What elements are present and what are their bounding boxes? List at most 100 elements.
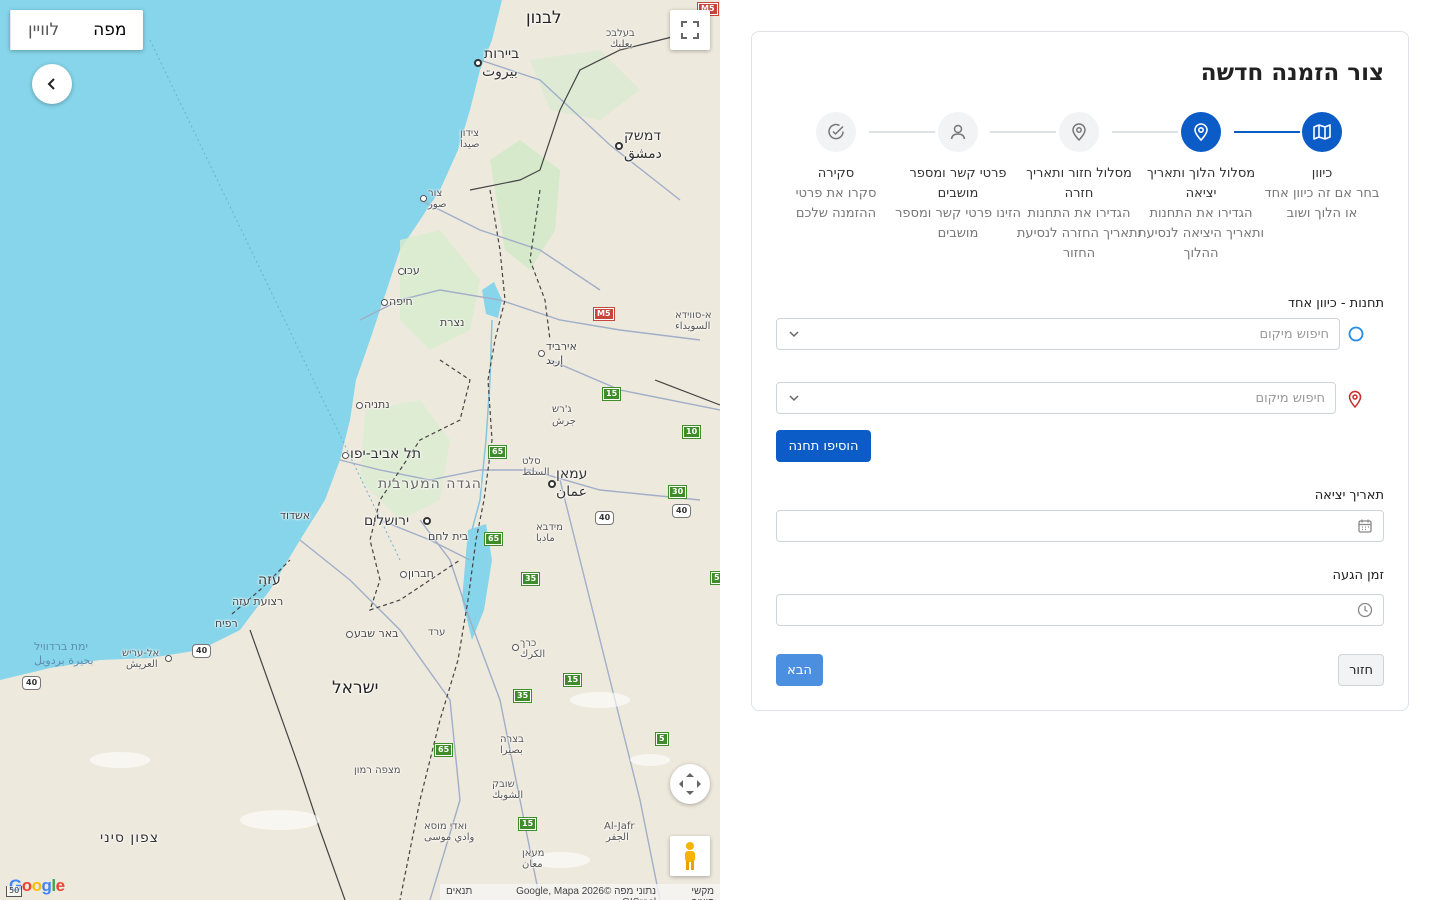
map-label: ג'רש — [552, 404, 572, 415]
map-label: הגדה המערבית — [378, 476, 482, 492]
map-label: מעאן — [522, 848, 545, 859]
city-dot-jerusalem — [423, 517, 431, 525]
map-label: צפון סיני — [100, 830, 160, 846]
destination-pin-icon — [1348, 390, 1362, 408]
map-icon — [1313, 124, 1331, 140]
map-label: בעלבכ — [606, 28, 635, 39]
map-label: بعلبك — [610, 39, 633, 50]
map-label: בית לחם — [428, 530, 469, 543]
map-label: עכו — [404, 264, 420, 277]
road-shield: 30 — [667, 485, 688, 499]
collapse-panel-button[interactable] — [32, 64, 72, 104]
terms-link[interactable]: תנאים — [446, 886, 472, 898]
map-panel[interactable]: לבנון בעלבכ بعلبك ביירות بيروت דמשק دمشق… — [0, 0, 720, 900]
arrival-time-label: זמן הגעה — [1332, 568, 1385, 583]
jordan-river — [471, 319, 493, 531]
road-shield: 40 — [671, 504, 692, 518]
step-circle — [1059, 112, 1099, 152]
road-shield: 5 — [655, 732, 669, 746]
map-label: السلط — [522, 467, 550, 478]
map-label: Al-Jafr — [604, 821, 635, 832]
arrival-time-input[interactable] — [776, 594, 1384, 626]
map-label: נצרת — [440, 316, 465, 329]
street-view-pegman[interactable] — [670, 836, 710, 876]
map-label: מידבא — [536, 522, 563, 533]
add-station-button[interactable]: הוסיפו תחנה — [776, 430, 871, 462]
destination-location-select[interactable]: חיפוש מיקום — [776, 382, 1336, 414]
map-label: צור — [428, 188, 443, 199]
road-shield: M5 — [593, 307, 615, 321]
map-label: באר שבע — [354, 627, 399, 640]
road-shield: 15 — [601, 387, 622, 401]
map-label: דמשק — [624, 128, 662, 144]
pegman-icon — [685, 842, 695, 870]
step-description: בחר אם זה כיוון אחד או הלוך ושוב — [1264, 186, 1380, 221]
map-label: עזה — [258, 572, 281, 588]
satellite-tab[interactable]: לוויין — [10, 10, 76, 50]
map-label: ישראל — [332, 678, 379, 698]
city-dot-arish — [165, 655, 172, 662]
city-dot-tyre — [420, 195, 427, 202]
green-area — [530, 50, 640, 120]
back-button[interactable]: חזור — [1338, 654, 1384, 686]
road-shield: 65 — [483, 532, 504, 546]
step-description: הגדירו את התחנות ותאריך היציאה לנסיעת הה… — [1137, 206, 1265, 261]
step-circle — [816, 112, 856, 152]
keyboard-shortcuts-link[interactable]: מקשי קיצור — [668, 886, 714, 900]
city-dot-beirut — [474, 59, 482, 67]
map-label: נתניה — [364, 398, 390, 411]
map-label: دمشق — [624, 146, 662, 162]
map-label: ימת ברדוויל — [34, 640, 88, 653]
camera-control-button[interactable] — [670, 764, 710, 804]
road-shield: 35 — [512, 689, 533, 703]
step-description: סקרו את פרטי ההזמנה שלכם — [795, 186, 877, 221]
road-shield: 40 — [191, 644, 212, 658]
step-circle — [1302, 112, 1342, 152]
step-return-route[interactable]: מסלול חזור ותאריך חזרה הגדירו את התחנות … — [1015, 112, 1143, 264]
road-shield: 15 — [517, 817, 538, 831]
city-dot-irbid — [538, 350, 545, 357]
map-label: بصيرا — [500, 745, 523, 756]
map-label: עמאן — [556, 466, 588, 482]
map-label: الشوبك — [492, 790, 524, 801]
map-label: רפיח — [215, 617, 238, 630]
camera-move-icon — [679, 773, 701, 795]
road-shield: 35 — [520, 572, 541, 586]
city-dot-netanya — [356, 402, 363, 409]
step-review[interactable]: סקירה סקרו את פרטי ההזמנה שלכם — [772, 112, 900, 224]
road-shield: 40 — [21, 676, 42, 690]
clock-icon — [1357, 602, 1373, 618]
city-dot-karak — [512, 644, 519, 651]
city-dot-hebron — [400, 571, 407, 578]
step-description: הזינו פרטי קשר ומספר מושבים — [895, 206, 1021, 241]
map-scale: 50 — [6, 886, 23, 897]
departure-date-input[interactable] — [776, 510, 1384, 542]
map-label: مادبا — [536, 533, 555, 544]
map-label: ירושלים — [364, 513, 410, 529]
step-outbound-route[interactable]: מסלול הלוך ותאריך יציאה הגדירו את התחנות… — [1137, 112, 1265, 264]
stations-label: תחנות - כיוון אחד — [1287, 296, 1384, 311]
map-label: ואדי מוסא — [424, 821, 467, 832]
map-tab[interactable]: מפה — [76, 10, 143, 50]
fullscreen-button[interactable] — [670, 10, 710, 50]
order-form-card: צור הזמנה חדשה כיוון בחר אם זה כיוון אחד… — [751, 31, 1409, 711]
green-area — [490, 140, 560, 270]
next-button[interactable]: הבא — [776, 654, 823, 686]
step-direction[interactable]: כיוון בחר אם זה כיוון אחד או הלוך ושוב — [1258, 112, 1386, 224]
map-label: العريش — [126, 659, 158, 670]
city-dot-haifa — [381, 299, 388, 306]
map-label: בצרה — [500, 734, 524, 745]
origin-location-select[interactable]: חיפוש מיקום — [776, 318, 1340, 350]
map-label: חברון — [408, 567, 434, 580]
departure-date-label: תאריך יציאה — [1314, 488, 1384, 503]
map-label: רצועת עזה — [232, 595, 284, 608]
chevron-down-icon — [789, 331, 799, 338]
map-pin-icon — [1072, 123, 1086, 142]
map-label: שובק — [492, 779, 515, 790]
map-label: ערד — [428, 627, 446, 638]
map-data-text: נתוני מפה ©2026 Google, Mapa GISrael — [516, 886, 657, 900]
map-label: بيروت — [482, 64, 518, 80]
calendar-icon — [1358, 519, 1372, 533]
step-description: הגדירו את התחנות ותאריך החזרה לנסיעת החז… — [1016, 206, 1142, 261]
city-dot-beersheba — [346, 631, 353, 638]
